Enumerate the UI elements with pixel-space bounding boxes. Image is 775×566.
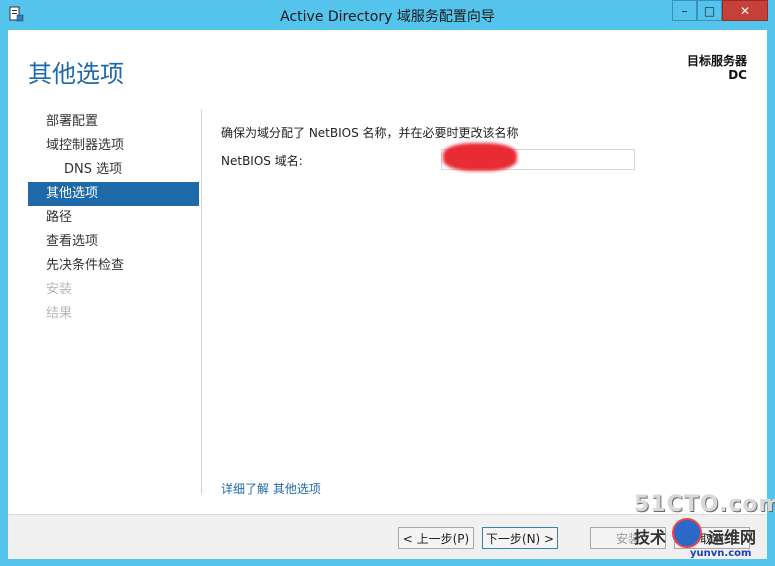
nav-item-additional-options[interactable]: 其他选项 [28,182,199,206]
learn-more-link[interactable]: 详细了解 其他选项 [221,480,321,497]
target-server-value: DC [728,68,747,82]
nav-divider [201,110,202,494]
wizard-footer: < 上一步(P) 下一步(N) > 安装 取消 [8,514,767,559]
title-bar[interactable]: Active Directory 域服务配置向导 – □ ✕ [0,0,775,30]
close-button[interactable]: ✕ [722,0,768,21]
nav-item-dns-options[interactable]: DNS 选项 [28,158,199,182]
window-title: Active Directory 域服务配置向导 [280,9,495,25]
wizard-nav: 部署配置 域控制器选项 DNS 选项 其他选项 路径 查看选项 先决条件检查 安… [28,110,199,326]
redaction-scribble [443,143,517,171]
install-button: 安装 [590,527,666,549]
nav-item-deployment[interactable]: 部署配置 [28,110,199,134]
previous-button[interactable]: < 上一步(P) [398,527,474,549]
target-server: 目标服务器 DC [687,54,747,82]
cancel-button[interactable]: 取消 [674,527,750,549]
nav-item-dc-options[interactable]: 域控制器选项 [28,134,199,158]
minimize-button[interactable]: – [672,0,697,21]
nav-item-installation: 安装 [46,282,73,297]
nav-item-prereq-check[interactable]: 先决条件检查 [28,254,199,278]
page-title: 其他选项 [28,60,124,88]
content-panel: 确保为域分配了 NetBIOS 名称，并在必要时更改该名称 NetBIOS 域名… [221,124,635,171]
wizard-client: 其他选项 目标服务器 DC 部署配置 域控制器选项 DNS 选项 其他选项 路径… [8,30,767,559]
maximize-button[interactable]: □ [697,0,722,21]
wizard-window: Active Directory 域服务配置向导 – □ ✕ 其他选项 目标服务… [0,0,775,566]
section-description: 确保为域分配了 NetBIOS 名称，并在必要时更改该名称 [221,126,519,140]
nav-item-review[interactable]: 查看选项 [28,230,199,254]
target-server-label: 目标服务器 [686,54,747,68]
nav-item-results: 结果 [46,306,73,321]
next-button[interactable]: 下一步(N) > [482,527,558,549]
netbios-label: NetBIOS 域名: [221,154,303,168]
nav-item-paths[interactable]: 路径 [28,206,199,230]
